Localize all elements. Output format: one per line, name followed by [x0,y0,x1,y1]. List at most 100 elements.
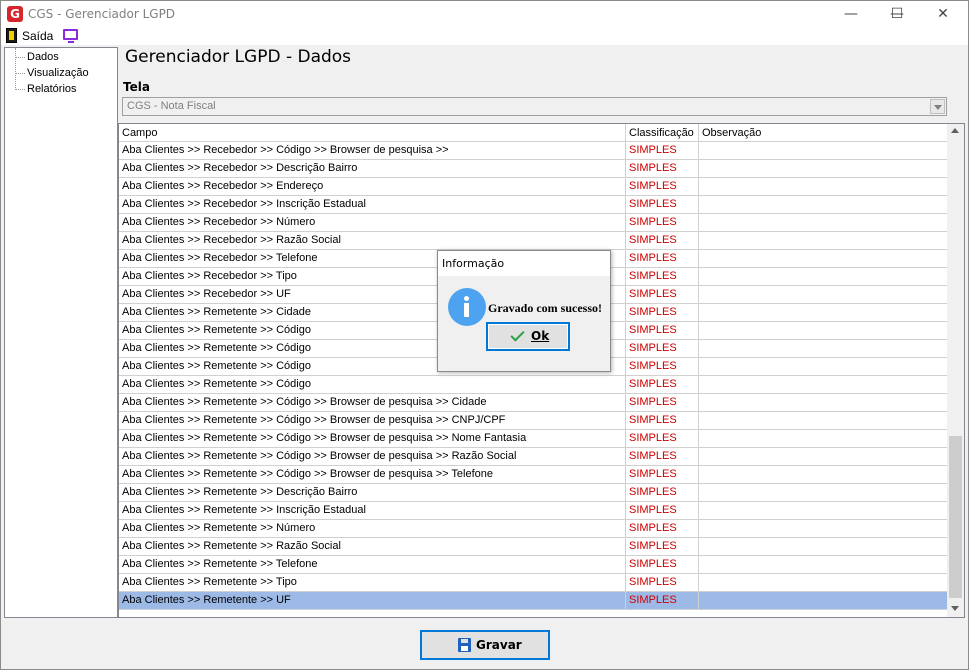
cell-classificacao[interactable]: SIMPLES [626,304,699,321]
cell-observacao[interactable] [699,196,948,213]
scroll-up-icon[interactable] [951,128,959,133]
gravar-button[interactable]: Gravar [420,630,550,660]
tela-select[interactable]: CGS - Nota Fiscal [122,97,947,116]
cell-classificacao[interactable]: SIMPLES [626,268,699,285]
cell-classificacao[interactable]: SIMPLES [626,250,699,267]
cell-observacao[interactable] [699,142,948,159]
cell-campo[interactable]: Aba Clientes >> Remetente >> Código >> B… [119,412,626,429]
cell-classificacao[interactable]: SIMPLES [626,430,699,447]
cell-campo[interactable]: Aba Clientes >> Remetente >> Telefone [119,556,626,573]
cell-observacao[interactable] [699,322,948,339]
cell-classificacao[interactable]: SIMPLES [626,142,699,159]
cell-classificacao[interactable]: SIMPLES [626,376,699,393]
cell-observacao[interactable] [699,268,948,285]
table-row[interactable]: Aba Clientes >> Recebedor >> Inscrição E… [119,196,948,214]
cell-classificacao[interactable]: SIMPLES [626,160,699,177]
cell-observacao[interactable] [699,304,948,321]
table-row[interactable]: Aba Clientes >> Remetente >> Descrição B… [119,484,948,502]
column-header-observacao[interactable]: Observação [699,124,948,142]
cell-classificacao[interactable]: SIMPLES [626,574,699,591]
cell-campo[interactable]: Aba Clientes >> Recebedor >> Código >> B… [119,142,626,159]
table-row[interactable]: Aba Clientes >> Recebedor >> Descrição B… [119,160,948,178]
cell-classificacao[interactable]: SIMPLES [626,484,699,501]
cell-classificacao[interactable]: SIMPLES [626,286,699,303]
table-row[interactable]: Aba Clientes >> Remetente >> Tipo SIMPLES [119,574,948,592]
cell-campo[interactable]: Aba Clientes >> Remetente >> Código >> B… [119,448,626,465]
table-row[interactable]: Aba Clientes >> Recebedor >> Número SIMPL… [119,214,948,232]
maximize-button[interactable]: ☐ [874,1,920,27]
table-row[interactable]: Aba Clientes >> Remetente >> Número SIMPL… [119,520,948,538]
menu-saida[interactable]: Saída [22,29,53,43]
cell-observacao[interactable] [699,250,948,267]
chevron-down-icon[interactable] [930,99,945,114]
table-row[interactable]: Aba Clientes >> Recebedor >> Código >> B… [119,142,948,160]
cell-classificacao[interactable]: SIMPLES [626,232,699,249]
monitor-icon[interactable] [63,29,78,43]
table-row[interactable]: Aba Clientes >> Remetente >> Código >> B… [119,448,948,466]
cell-campo[interactable]: Aba Clientes >> Recebedor >> Descrição B… [119,160,626,177]
table-row[interactable]: Aba Clientes >> Remetente >> Código >> B… [119,412,948,430]
cell-observacao[interactable] [699,160,948,177]
scroll-down-icon[interactable] [951,606,959,611]
cell-campo[interactable]: Aba Clientes >> Recebedor >> Endereço [119,178,626,195]
cell-campo[interactable]: Aba Clientes >> Remetente >> UF [119,592,626,609]
cell-campo[interactable]: Aba Clientes >> Remetente >> Código [119,376,626,393]
cell-classificacao[interactable]: SIMPLES [626,178,699,195]
cell-classificacao[interactable]: SIMPLES [626,592,699,609]
cell-observacao[interactable] [699,286,948,303]
cell-classificacao[interactable]: SIMPLES [626,322,699,339]
table-row[interactable]: Aba Clientes >> Remetente >> Código >> B… [119,466,948,484]
cell-observacao[interactable] [699,232,948,249]
cell-classificacao[interactable]: SIMPLES [626,412,699,429]
cell-campo[interactable]: Aba Clientes >> Remetente >> Tipo [119,574,626,591]
cell-classificacao[interactable]: SIMPLES [626,196,699,213]
close-button[interactable]: ✕ [920,1,966,27]
cell-classificacao[interactable]: SIMPLES [626,556,699,573]
cell-classificacao[interactable]: SIMPLES [626,394,699,411]
cell-observacao[interactable] [699,358,948,375]
column-header-classificacao[interactable]: Classificação [626,124,699,142]
cell-classificacao[interactable]: SIMPLES [626,502,699,519]
cell-campo[interactable]: Aba Clientes >> Remetente >> Código >> B… [119,430,626,447]
table-row[interactable]: Aba Clientes >> Remetente >> Código >> B… [119,430,948,448]
minimize-button-visible[interactable]: — [828,1,874,27]
table-row[interactable]: Aba Clientes >> Recebedor >> Endereço SIM… [119,178,948,196]
exit-icon[interactable] [6,28,17,43]
cell-campo[interactable]: Aba Clientes >> Remetente >> Razão Socia… [119,538,626,555]
cell-observacao[interactable] [699,430,948,447]
table-row[interactable]: Aba Clientes >> Remetente >> Inscrição E… [119,502,948,520]
cell-observacao[interactable] [699,520,948,537]
cell-observacao[interactable] [699,592,948,609]
table-row[interactable]: Aba Clientes >> Remetente >> Razão Socia… [119,538,948,556]
table-row[interactable]: Aba Clientes >> Remetente >> Código SIMPL… [119,376,948,394]
table-row[interactable]: Aba Clientes >> Remetente >> UF SIMPLES [119,592,948,610]
scrollbar-thumb[interactable] [949,436,962,598]
cell-observacao[interactable] [699,376,948,393]
cell-observacao[interactable] [699,538,948,555]
table-row[interactable]: Aba Clientes >> Recebedor >> Razão Socia… [119,232,948,250]
vertical-scrollbar[interactable] [947,124,964,617]
cell-classificacao[interactable]: SIMPLES [626,448,699,465]
cell-classificacao[interactable]: SIMPLES [626,358,699,375]
cell-observacao[interactable] [699,214,948,231]
cell-campo[interactable]: Aba Clientes >> Recebedor >> Inscrição E… [119,196,626,213]
cell-observacao[interactable] [699,412,948,429]
column-header-campo[interactable]: Campo [119,124,626,142]
cell-observacao[interactable] [699,556,948,573]
cell-campo[interactable]: Aba Clientes >> Remetente >> Inscrição E… [119,502,626,519]
cell-observacao[interactable] [699,574,948,591]
cell-observacao[interactable] [699,178,948,195]
cell-campo[interactable]: Aba Clientes >> Recebedor >> Número [119,214,626,231]
cell-campo[interactable]: Aba Clientes >> Remetente >> Código >> B… [119,466,626,483]
cell-campo[interactable]: Aba Clientes >> Remetente >> Descrição B… [119,484,626,501]
table-row[interactable]: Aba Clientes >> Remetente >> Código >> B… [119,394,948,412]
cell-observacao[interactable] [699,448,948,465]
cell-classificacao[interactable]: SIMPLES [626,538,699,555]
cell-campo[interactable]: Aba Clientes >> Recebedor >> Razão Socia… [119,232,626,249]
cell-observacao[interactable] [699,502,948,519]
cell-classificacao[interactable]: SIMPLES [626,466,699,483]
cell-classificacao[interactable]: SIMPLES [626,214,699,231]
cell-observacao[interactable] [699,340,948,357]
cell-observacao[interactable] [699,466,948,483]
ok-button[interactable]: Ok [486,322,570,351]
